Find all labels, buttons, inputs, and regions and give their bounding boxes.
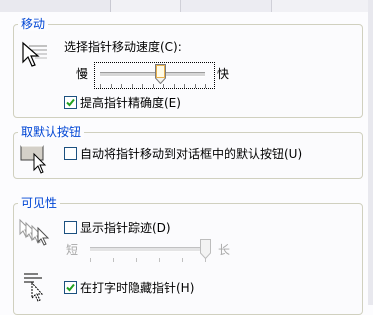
precision-checkbox[interactable] bbox=[64, 96, 77, 109]
speed-label: 选择指针移动速度(C): bbox=[64, 40, 182, 54]
slider-tick bbox=[131, 84, 133, 88]
slider-tick bbox=[152, 84, 154, 88]
visibility-group-title: 可见性 bbox=[18, 196, 61, 210]
slider-tick bbox=[136, 258, 137, 262]
speed-slider-track[interactable] bbox=[100, 72, 205, 77]
hide-while-typing-label[interactable]: 在打字时隐藏指针(H) bbox=[80, 281, 194, 295]
motion-group-title: 移动 bbox=[18, 17, 49, 31]
speed-slider-thumb[interactable] bbox=[154, 64, 166, 87]
slider-tick bbox=[90, 258, 91, 262]
tab[interactable] bbox=[0, 0, 111, 12]
tab[interactable] bbox=[180, 0, 272, 12]
trails-checkbox[interactable] bbox=[64, 221, 77, 234]
hide-while-typing-icon bbox=[22, 272, 52, 305]
pointer-speed-icon bbox=[20, 40, 50, 73]
slider-tick bbox=[182, 258, 183, 262]
slider-tick bbox=[121, 84, 122, 88]
slow-label: 慢 bbox=[76, 67, 89, 81]
slider-tick bbox=[184, 84, 185, 88]
trails-label[interactable]: 显示指针踪迹(D) bbox=[80, 221, 171, 235]
trails-slider-thumb[interactable] bbox=[200, 239, 211, 262]
slider-tick bbox=[159, 258, 160, 262]
checkmark-icon bbox=[66, 98, 75, 107]
short-label: 短 bbox=[66, 243, 79, 257]
slider-tick bbox=[194, 84, 196, 88]
snap-to-label[interactable]: 自动将指针移动到对话框中的默认按钮(U) bbox=[80, 147, 302, 161]
snap-to-icon bbox=[20, 144, 50, 177]
pointer-trails-icon bbox=[18, 216, 52, 249]
fast-label: 快 bbox=[217, 67, 230, 81]
checkmark-icon bbox=[66, 283, 75, 292]
snap-to-checkbox[interactable] bbox=[64, 147, 77, 160]
slider-tick bbox=[142, 84, 143, 88]
long-label: 长 bbox=[218, 243, 231, 257]
slider-tick bbox=[100, 84, 101, 88]
slider-tick bbox=[110, 84, 112, 88]
precision-label[interactable]: 提高指针精确度(E) bbox=[80, 96, 181, 110]
snap-to-group-title: 取默认按钮 bbox=[18, 125, 85, 139]
scrollbar[interactable] bbox=[368, 0, 373, 305]
slider-tick bbox=[113, 258, 114, 262]
slider-tick bbox=[173, 84, 175, 88]
trails-slider-track[interactable] bbox=[90, 247, 205, 252]
hide-while-typing-checkbox[interactable] bbox=[64, 281, 77, 294]
slider-tick bbox=[205, 84, 206, 88]
tab-strip bbox=[0, 0, 373, 12]
visibility-group bbox=[13, 203, 363, 315]
